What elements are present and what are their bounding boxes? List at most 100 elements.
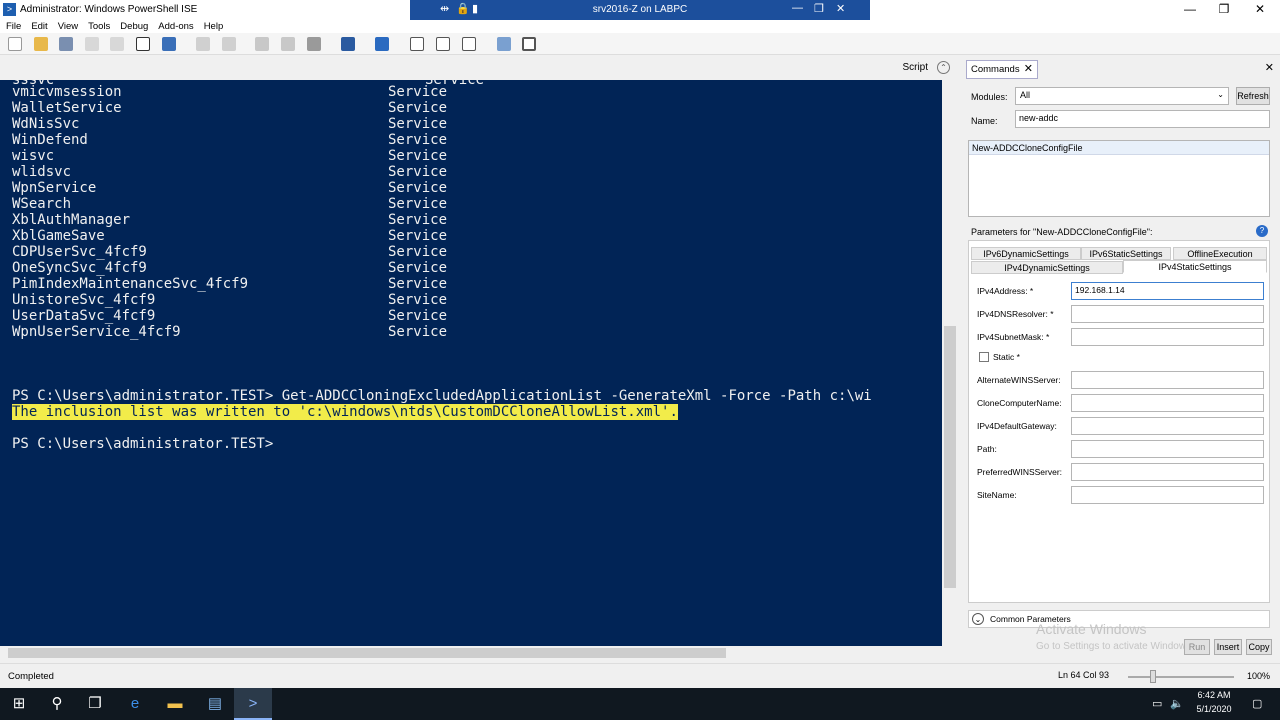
zoom-slider-thumb[interactable] <box>1150 670 1156 683</box>
modules-select[interactable]: All ⌄ <box>1015 87 1229 105</box>
service-name: WalletService <box>12 100 122 116</box>
clock-time[interactable]: 6:42 AM <box>1194 690 1234 700</box>
console-service-row: XblGameSave Service <box>12 228 447 244</box>
tab-ipv6-dynamic[interactable]: IPv6DynamicSettings <box>971 247 1081 260</box>
menu-view[interactable]: View <box>58 20 78 33</box>
network-icon[interactable]: ▭ <box>1152 697 1162 710</box>
refresh-button[interactable]: Refresh <box>1236 87 1270 105</box>
service-name: vmicvmsession <box>12 84 122 100</box>
console-pane[interactable]: sssvc Service vmicvmsession Service Wallet… <box>0 80 942 646</box>
panel-close-icon[interactable]: ✕ <box>1265 61 1274 74</box>
console-command-line: PS C:\Users\administrator.TEST> Get-ADDC… <box>12 388 872 404</box>
show-script-max-icon[interactable] <box>462 37 476 51</box>
parameter-input[interactable]: 192.168.1.14 <box>1071 282 1264 300</box>
undo-icon[interactable] <box>196 37 210 51</box>
show-command-addon-icon[interactable] <box>522 37 536 51</box>
cut-icon[interactable] <box>85 37 99 51</box>
search-icon[interactable]: ⚲ <box>38 688 76 720</box>
console-service-row: UserDataSvc_4fcf9 Service <box>12 308 447 324</box>
server-manager-icon[interactable]: ▤ <box>196 688 234 720</box>
tab-offline-execution[interactable]: OfflineExecution <box>1173 247 1267 260</box>
modules-label: Modules: <box>971 92 1008 102</box>
parameter-input[interactable] <box>1071 417 1264 435</box>
parameter-input[interactable] <box>1071 328 1264 346</box>
clear-console-icon[interactable] <box>162 37 176 51</box>
notifications-icon[interactable]: ▢ <box>1252 697 1262 710</box>
parameter-input[interactable] <box>1071 463 1264 481</box>
script-label[interactable]: Script <box>902 62 928 73</box>
rdp-close-button[interactable]: ✕ <box>836 2 845 15</box>
open-folder-icon[interactable] <box>34 37 48 51</box>
tab-ipv4-static[interactable]: IPv4StaticSettings <box>1123 260 1267 273</box>
powershell-ise-icon: > <box>3 3 16 16</box>
copy-button[interactable]: Copy <box>1246 639 1272 655</box>
service-name: UnistoreSvc_4fcf9 <box>12 292 156 308</box>
status-bar: Completed Ln 64 Col 93 100% <box>0 663 1280 687</box>
command-list[interactable]: New-ADDCCloneConfigFile <box>968 140 1270 217</box>
parameter-input[interactable] <box>1071 305 1264 323</box>
show-script-top-icon[interactable] <box>410 37 424 51</box>
rdp-minimize-button[interactable]: — <box>792 2 803 14</box>
run-button[interactable]: Run <box>1184 639 1210 655</box>
show-command-window-icon[interactable] <box>497 37 511 51</box>
menu-tools[interactable]: Tools <box>88 20 110 33</box>
parameter-label: PreferredWINSServer: <box>977 467 1063 477</box>
maximize-button[interactable]: ❐ <box>1206 0 1242 20</box>
chevron-up-icon[interactable]: ⌃ <box>937 61 950 74</box>
new-file-icon[interactable] <box>8 37 22 51</box>
save-icon[interactable] <box>59 37 73 51</box>
menu-debug[interactable]: Debug <box>120 20 148 33</box>
paste-icon[interactable] <box>136 37 150 51</box>
service-name: UserDataSvc_4fcf9 <box>12 308 156 324</box>
parameter-input[interactable] <box>1071 371 1264 389</box>
clock-date[interactable]: 5/1/2020 <box>1190 704 1238 714</box>
zoom-slider[interactable] <box>1128 676 1234 678</box>
internet-explorer-icon[interactable]: e <box>116 688 154 720</box>
task-view-icon[interactable]: ❐ <box>76 688 114 720</box>
list-item[interactable]: New-ADDCCloneConfigFile <box>969 141 1269 155</box>
console-vertical-scrollbar[interactable] <box>942 80 958 646</box>
parameter-label: IPv4DefaultGateway: <box>977 421 1057 431</box>
file-explorer-icon[interactable]: ▬ <box>156 688 194 720</box>
menu-help[interactable]: Help <box>204 20 224 33</box>
run-script-icon[interactable] <box>255 37 269 51</box>
copy-icon[interactable] <box>110 37 124 51</box>
volume-icon[interactable]: 🔈 <box>1170 697 1184 710</box>
name-input[interactable]: new-addc <box>1015 110 1270 128</box>
insert-button[interactable]: Insert <box>1214 639 1242 655</box>
menu-addons[interactable]: Add-ons <box>158 20 193 33</box>
service-type: Service <box>388 324 448 340</box>
windows-start-icon[interactable]: ⊞ <box>0 688 38 720</box>
console-horizontal-scrollbar[interactable] <box>0 646 942 660</box>
service-type: Service <box>388 100 448 116</box>
console-service-row: WinDefend Service <box>12 132 447 148</box>
console-service-row: PimIndexMaintenanceSvc_4fcf9 Service <box>12 276 447 292</box>
console-service-row: UnistoreSvc_4fcf9 Service <box>12 292 447 308</box>
commands-tab[interactable]: Commands ✕ <box>966 60 1038 79</box>
menu-file[interactable]: File <box>6 20 21 33</box>
rdp-restore-button[interactable]: ❐ <box>814 2 824 15</box>
powershell-ise-taskbar-icon[interactable]: > <box>234 688 272 720</box>
parameter-input[interactable] <box>1071 440 1264 458</box>
service-name: CDPUserSvc_4fcf9 <box>12 244 147 260</box>
remote-powershell-icon[interactable] <box>341 37 355 51</box>
parameter-input[interactable] <box>1071 486 1264 504</box>
static-checkbox[interactable] <box>979 352 989 362</box>
show-script-right-icon[interactable] <box>436 37 450 51</box>
menu-edit[interactable]: Edit <box>31 20 47 33</box>
scrollbar-thumb[interactable] <box>944 326 956 588</box>
stop-icon[interactable] <box>307 37 321 51</box>
close-icon[interactable]: ✕ <box>1024 61 1033 78</box>
console-service-row: vmicvmsession Service <box>12 84 447 100</box>
parameter-input[interactable] <box>1071 394 1264 412</box>
tab-ipv4-dynamic[interactable]: IPv4DynamicSettings <box>971 261 1123 274</box>
powershell-console-icon[interactable] <box>375 37 389 51</box>
help-icon[interactable]: ? <box>1256 225 1268 237</box>
minimize-button[interactable]: — <box>1172 0 1208 20</box>
run-selection-icon[interactable] <box>281 37 295 51</box>
close-button[interactable]: ✕ <box>1242 0 1278 20</box>
service-name: WinDefend <box>12 132 88 148</box>
redo-icon[interactable] <box>222 37 236 51</box>
tab-ipv6-static[interactable]: IPv6StaticSettings <box>1081 247 1171 260</box>
scrollbar-thumb[interactable] <box>8 648 726 658</box>
